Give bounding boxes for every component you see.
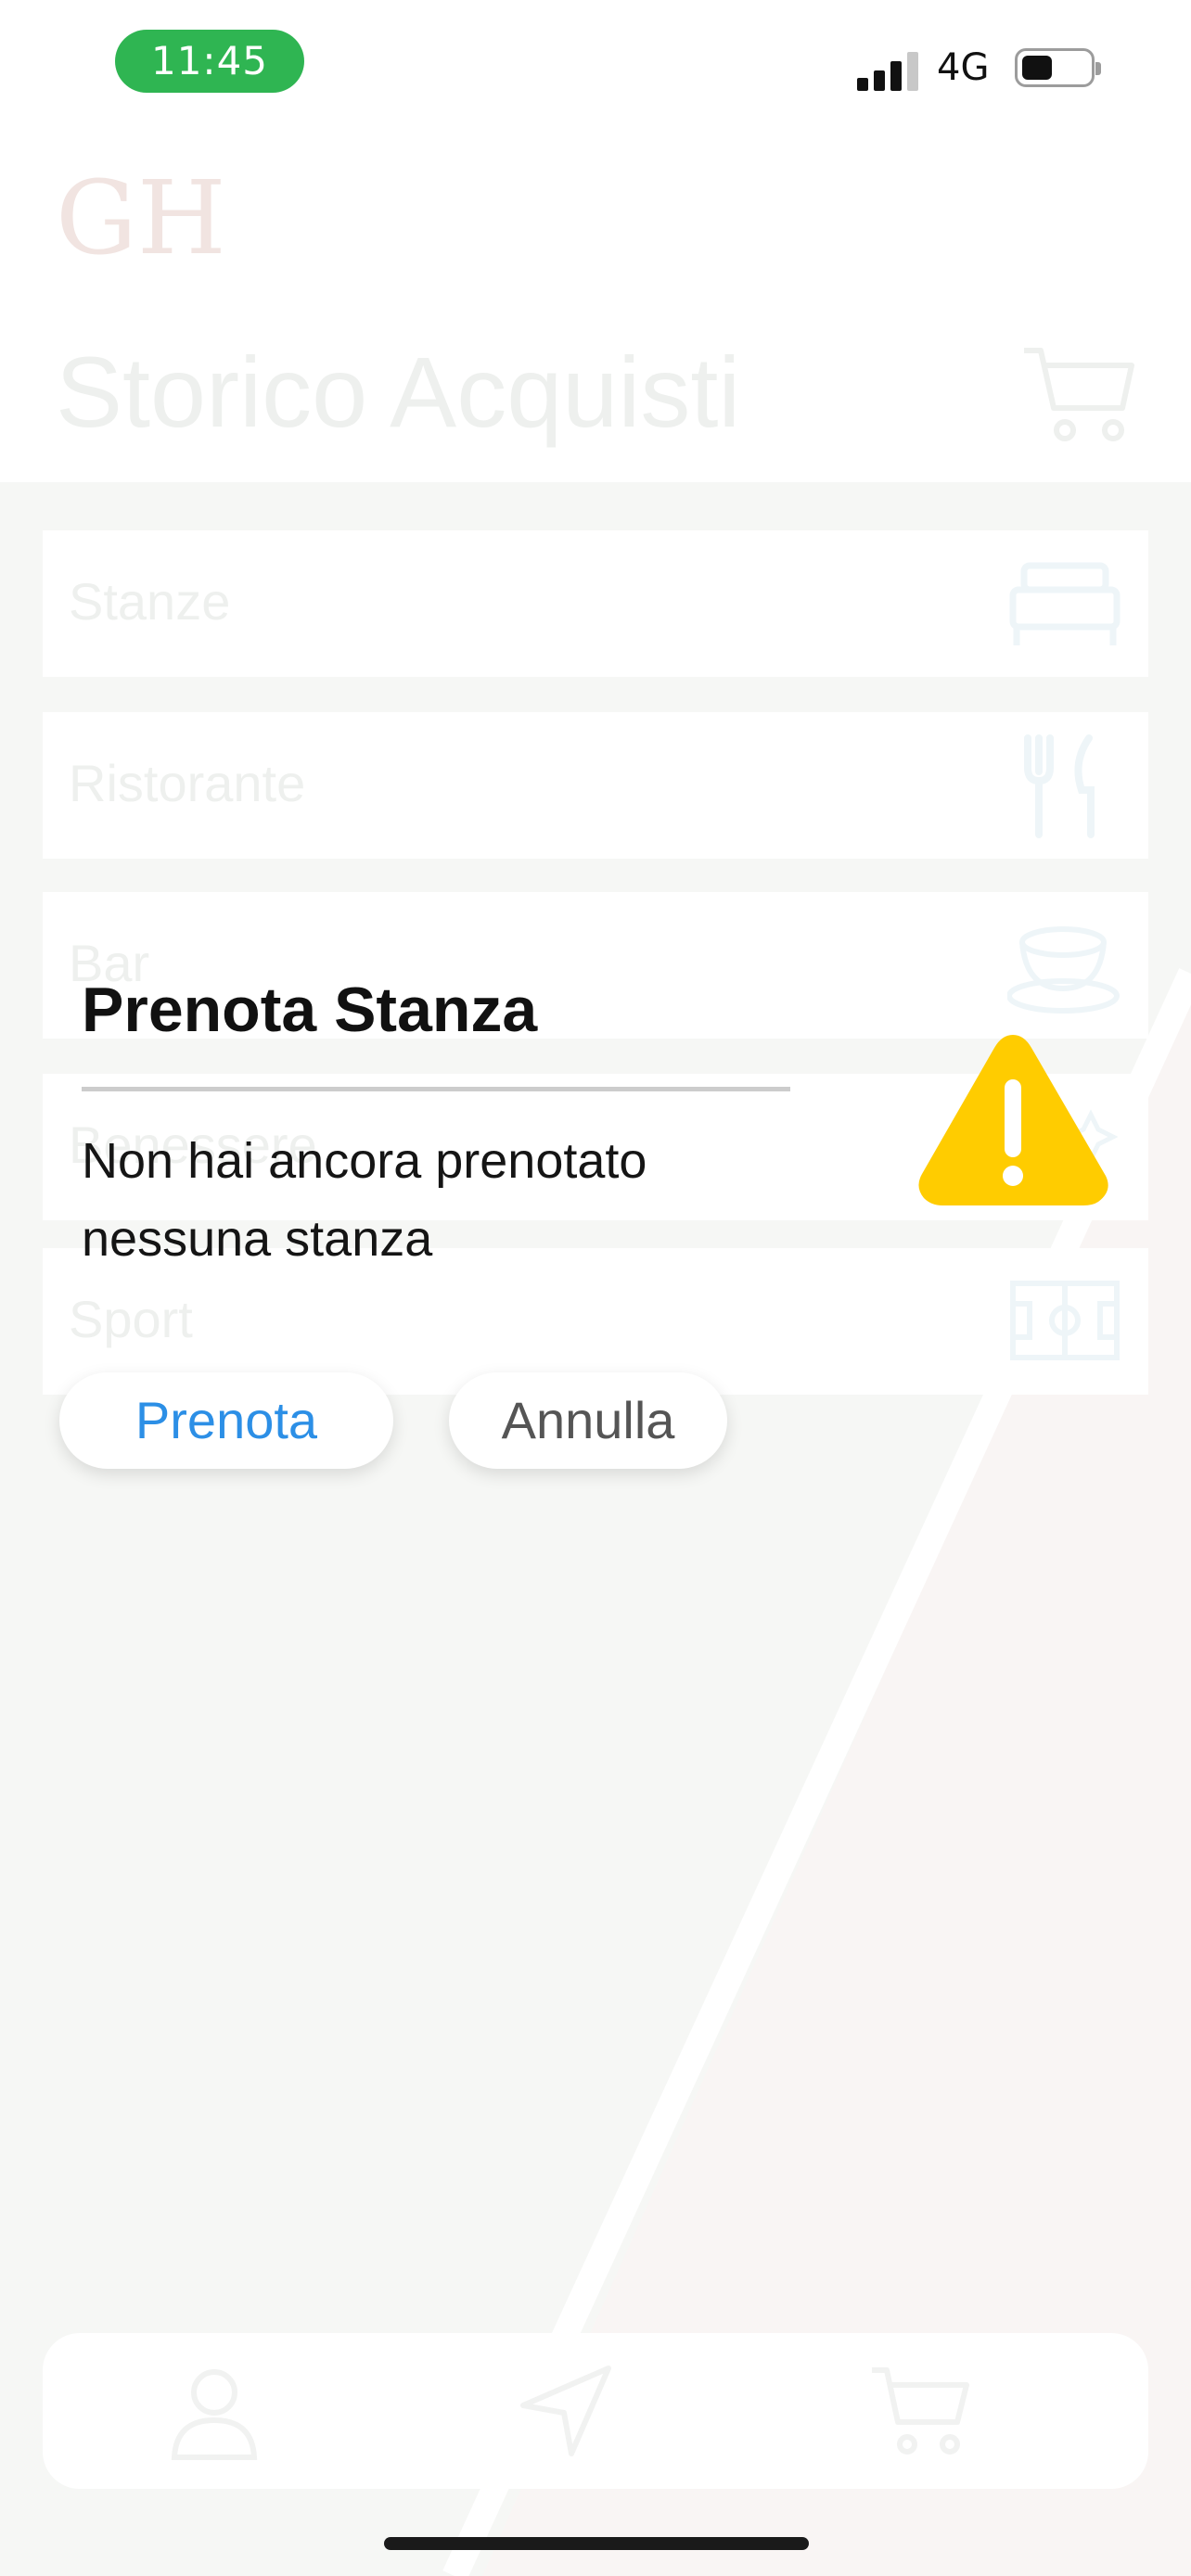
field-icon <box>1010 1281 1120 1360</box>
navigation-icon[interactable] <box>516 2361 618 2463</box>
annulla-button[interactable]: Annulla <box>449 1372 727 1469</box>
time-pill[interactable]: 11:45 <box>115 30 304 93</box>
battery-icon <box>1015 48 1101 87</box>
category-ristorante[interactable]: Ristorante <box>43 712 1148 859</box>
alert-divider <box>82 1087 790 1091</box>
cart-icon[interactable] <box>868 2361 970 2463</box>
warning-icon <box>918 1035 1108 1205</box>
bottom-nav <box>43 2333 1148 2489</box>
cart-icon[interactable] <box>1020 343 1135 445</box>
alert-title: Prenota Stanza <box>82 975 538 1045</box>
page-title: Storico Acquisti <box>56 336 741 448</box>
header: 11:45 4G GH Storico Acquisti <box>0 0 1191 482</box>
category-label: Stanze <box>69 572 231 631</box>
category-stanze[interactable]: Stanze <box>43 530 1148 677</box>
signal-icon <box>857 50 920 91</box>
prenota-button[interactable]: Prenota <box>59 1372 393 1469</box>
network-label: 4G <box>937 46 990 89</box>
category-label: Ristorante <box>69 754 306 812</box>
cutlery-icon <box>1024 734 1095 838</box>
alert-message: Non hai ancora prenotato nessuna stanza <box>82 1133 647 1267</box>
home-indicator[interactable] <box>384 2537 809 2550</box>
logo: GH <box>56 159 226 277</box>
category-label: Sport <box>69 1290 193 1348</box>
user-icon[interactable] <box>163 2361 265 2463</box>
status-bar: 11:45 4G <box>0 0 1191 130</box>
bed-icon <box>1009 562 1121 645</box>
coffee-cup-icon <box>1007 926 1120 1014</box>
